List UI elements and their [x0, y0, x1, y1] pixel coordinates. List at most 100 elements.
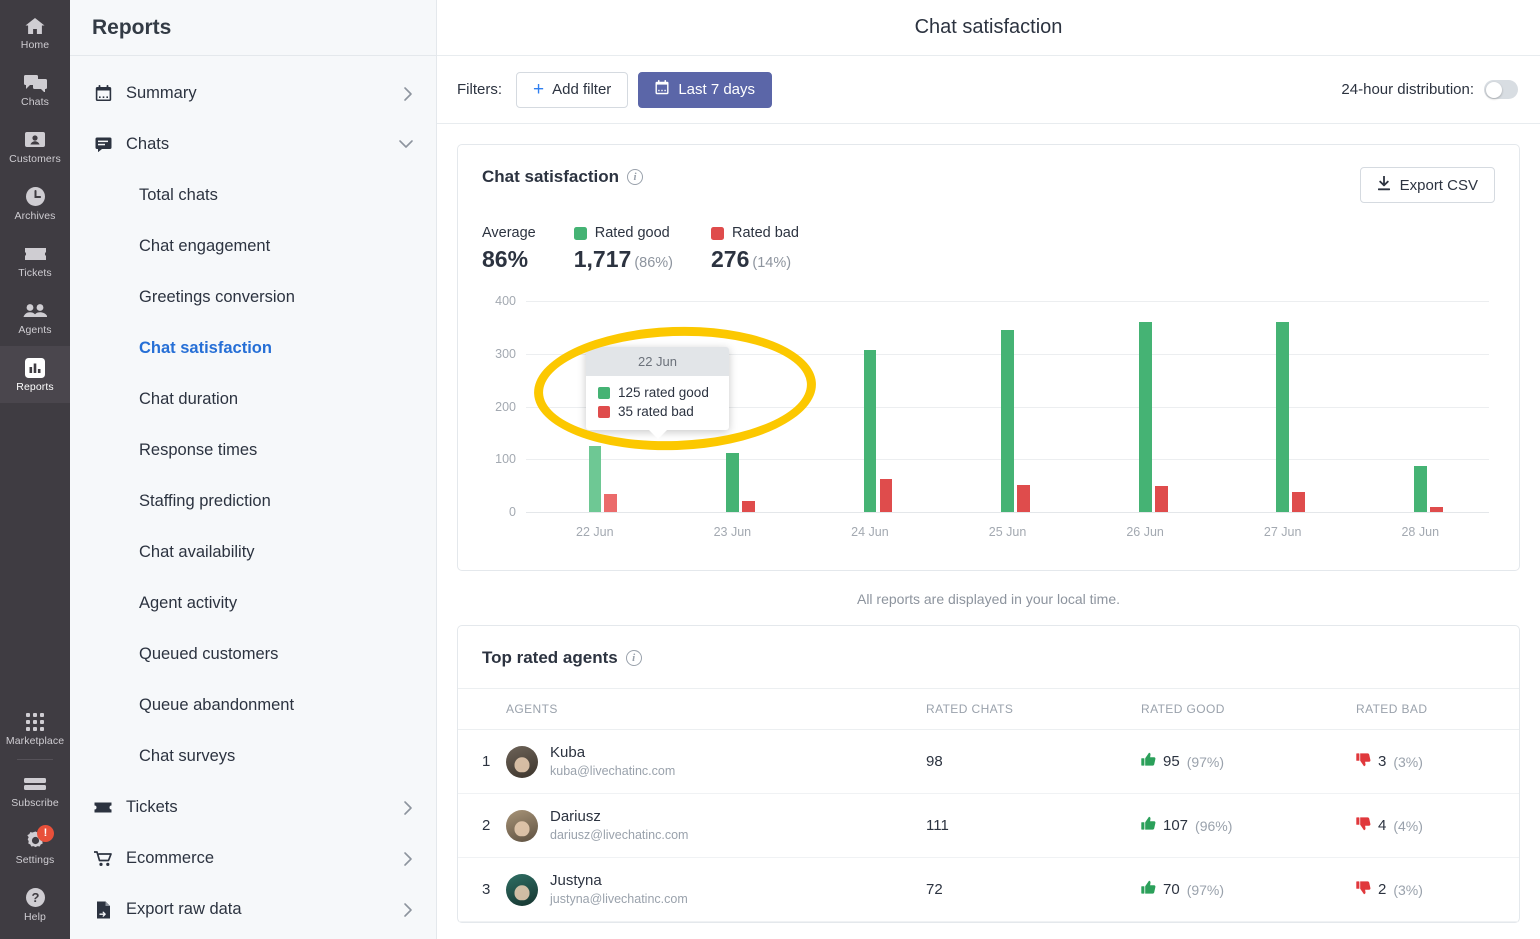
bar-rated-bad[interactable] [1017, 484, 1030, 512]
rail-item-archives[interactable]: Archives [0, 175, 70, 232]
table-row[interactable]: 2 Dariusz dariusz@livechatinc.com 111 107 (96… [458, 793, 1519, 858]
chart-plot-area: 0 100 200 300 400 22 Jun 23 Jun 24 Jun 25 Jun 26… [495, 294, 1489, 539]
thumbs-up-icon [1141, 816, 1156, 835]
chart-tooltip: 22 Jun 125 rated good 35 rated bad [586, 347, 729, 439]
nav-subitem-agent-activity[interactable]: Agent activity [70, 578, 436, 629]
bar-rated-good[interactable] [1414, 465, 1427, 512]
rail-label: Subscribe [11, 796, 59, 809]
bar-rated-bad[interactable] [1154, 485, 1168, 512]
nav-subitem-chat-surveys[interactable]: Chat surveys [70, 731, 436, 782]
ticket-icon [94, 799, 112, 817]
stat-rated-good: Rated good 1,717 (86%) [573, 225, 673, 273]
rail-item-help[interactable]: ? Help [0, 876, 70, 933]
bar-rated-good[interactable] [1001, 330, 1015, 512]
agents-table-body: 1 Kuba kuba@livechatinc.com 98 95 (97%) 3 (3%) 2… [458, 729, 1519, 922]
nav-subitem-chat-engagement[interactable]: Chat engagement [70, 221, 436, 272]
page-title: Chat satisfaction [437, 0, 1540, 56]
cell-rated-chats: 72 [926, 857, 1141, 922]
rail-item-chats[interactable]: Chats [0, 61, 70, 118]
rail-item-settings[interactable]: ! Settings [0, 819, 70, 876]
distribution-toggle[interactable] [1484, 80, 1518, 99]
bar-rated-good[interactable] [588, 446, 602, 512]
rail-item-subscribe[interactable]: Subscribe [0, 762, 70, 819]
nav-subitem-greetings-conversion[interactable]: Greetings conversion [70, 272, 436, 323]
chart-bar-group[interactable]: 27 Jun [1214, 301, 1352, 539]
bar-rated-good[interactable] [1276, 322, 1290, 512]
cell-rated-good: 107 (96%) [1141, 793, 1356, 858]
nav-item-label: Export raw data [126, 900, 242, 918]
col-header-rated-good: RATED GOOD [1141, 688, 1356, 730]
thumbs-down-icon [1356, 816, 1371, 835]
bar-rated-good[interactable] [726, 452, 739, 512]
distribution-control: 24-hour distribution: [1341, 80, 1518, 99]
nav-item-label: Chats [126, 135, 170, 153]
info-icon[interactable]: i [626, 169, 643, 185]
add-filter-button[interactable]: + Add filter [516, 71, 629, 108]
nav-item-label: Summary [126, 84, 197, 102]
nav-item-ecommerce[interactable]: Ecommerce [70, 833, 436, 884]
info-icon[interactable]: i [625, 650, 642, 666]
nav-subitem-response-times[interactable]: Response times [70, 425, 436, 476]
tooltip-arrow [647, 429, 668, 439]
rail-item-tickets[interactable]: Tickets [0, 232, 70, 289]
plus-icon: + [533, 79, 545, 100]
cell-agent: Kuba kuba@livechatinc.com [506, 729, 926, 794]
nav-item-tickets[interactable]: Tickets [70, 782, 436, 833]
tooltip-row-good: 125 rated good [598, 385, 717, 400]
y-axis-tick-label: 0 [509, 505, 516, 519]
rail-item-reports[interactable]: Reports [0, 346, 70, 403]
nav-subitem-chat-duration[interactable]: Chat duration [70, 374, 436, 425]
rail-item-agents[interactable]: Agents [0, 289, 70, 346]
chart-bar-group[interactable]: 25 Jun [939, 301, 1077, 539]
bar-rated-good[interactable] [863, 350, 877, 512]
nav-item-export-raw-data[interactable]: Export raw data [70, 884, 436, 935]
table-row[interactable]: 1 Kuba kuba@livechatinc.com 98 95 (97%) 3 (3%) [458, 729, 1519, 794]
rail-item-customers[interactable]: Customers [0, 118, 70, 175]
bar-rated-bad[interactable] [1429, 506, 1443, 512]
bar-rated-bad[interactable] [1292, 491, 1306, 512]
nav-item-summary[interactable]: Summary [70, 68, 436, 119]
rail-label: Tickets [18, 266, 52, 279]
agents-card-header: Top rated agents i [458, 626, 1519, 688]
cell-rank: 3 [458, 857, 506, 922]
tooltip-text-good: 125 rated good [618, 385, 709, 400]
scroll-area: Chat satisfaction i Export CSV Average 8… [437, 124, 1540, 939]
distribution-label: 24-hour distribution: [1341, 81, 1474, 98]
agents-card-title-text: Top rated agents [482, 648, 618, 667]
x-axis-tick-label: 27 Jun [1263, 525, 1302, 539]
cell-rated-good: 70 (97%) [1141, 857, 1356, 922]
thumbs-down-icon [1356, 752, 1371, 771]
table-row[interactable]: 3 Justyna justyna@livechatinc.com 72 70 (97%)… [458, 857, 1519, 922]
chevron-down-icon [398, 139, 414, 150]
nav-subitem-queued-customers[interactable]: Queued customers [70, 629, 436, 680]
bar-rated-bad[interactable] [742, 501, 755, 512]
chart-bar-group[interactable]: 28 Jun [1351, 301, 1489, 539]
y-axis-tick-label: 400 [495, 294, 516, 308]
local-time-note: All reports are displayed in your local … [856, 591, 1120, 607]
card-header: Chat satisfaction i Export CSV [482, 167, 1495, 203]
nav-subitem-chat-availability[interactable]: Chat availability [70, 527, 436, 578]
chart-bar-group[interactable]: 24 Jun [801, 301, 939, 539]
rail-item-marketplace[interactable]: Marketplace [0, 700, 70, 757]
nav-item-chats[interactable]: Chats [70, 119, 436, 170]
bar-rated-bad[interactable] [879, 479, 893, 512]
y-axis-tick-label: 300 [495, 346, 516, 361]
card-title: Chat satisfaction i [482, 167, 643, 187]
date-range-button[interactable]: Last 7 days [638, 71, 773, 108]
export-csv-button[interactable]: Export CSV [1359, 167, 1495, 203]
nav-subitem-chat-satisfaction[interactable]: Chat satisfaction [70, 323, 436, 374]
avatar [506, 745, 538, 778]
nav-subitem-total-chats[interactable]: Total chats [70, 170, 436, 221]
cell-agent: Justyna justyna@livechatinc.com [506, 857, 926, 922]
bar-rated-bad[interactable] [604, 493, 618, 512]
cell-rank: 1 [458, 729, 506, 794]
rail-item-home[interactable]: Home [0, 4, 70, 61]
col-header-rank [458, 688, 506, 730]
chart-bar-group[interactable]: 26 Jun [1076, 301, 1214, 539]
chat-satisfaction-card: Chat satisfaction i Export CSV Average 8… [457, 144, 1520, 571]
nav-subitem-queue-abandonment[interactable]: Queue abandonment [70, 680, 436, 731]
bar-rated-good[interactable] [1138, 322, 1152, 512]
nav-subitem-staffing-prediction[interactable]: Staffing prediction [70, 476, 436, 527]
stat-head: Rated good [573, 225, 673, 241]
tickets-icon [23, 243, 47, 265]
